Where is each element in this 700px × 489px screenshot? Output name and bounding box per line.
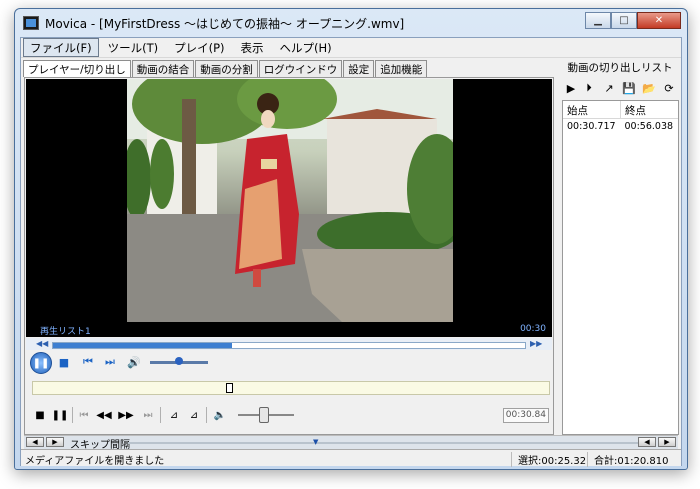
skip-next-button[interactable]: ▶: [658, 437, 676, 447]
set-start-point-icon[interactable]: ⊿: [166, 407, 182, 423]
seek-bar[interactable]: ◀◀ ▶▶: [26, 338, 552, 350]
divider: [160, 407, 161, 423]
tab-player[interactable]: プレイヤー/切り出し: [23, 60, 131, 77]
cell-end: 00:56.038: [624, 121, 674, 132]
column-end[interactable]: 終点: [620, 101, 678, 118]
cutlist-header-row: 始点 終点: [563, 101, 678, 119]
maximize-button[interactable]: □: [611, 12, 637, 29]
previous-icon[interactable]: ⏮: [80, 354, 96, 370]
window-controls: ▁ □ ✕: [585, 12, 681, 29]
tab-join[interactable]: 動画の結合: [131, 60, 195, 77]
menu-help[interactable]: ヘルプ(H): [273, 38, 339, 57]
player-pane: 再生リスト1 00:30 ◀◀ ▶▶ ❚❚ ■ ⏮ ⏭ 🔊 ■ ❚❚ ⏮ ◀◀ …: [24, 77, 554, 435]
divider: [72, 407, 73, 423]
status-total: 合計:01:20.810: [587, 452, 668, 467]
edit-position-marker[interactable]: [226, 383, 233, 393]
skip-back-button[interactable]: ◀: [26, 437, 44, 447]
playback-controls: ❚❚ ■ ⏮ ⏭ 🔊: [26, 351, 552, 374]
skip-interval-slider[interactable]: ▼: [128, 438, 638, 446]
speaker-icon[interactable]: 🔊: [126, 354, 142, 370]
cutlist-title: 動画の切り出しリスト: [567, 62, 673, 74]
tab-split[interactable]: 動画の分割: [195, 60, 258, 77]
next-icon[interactable]: ⏭: [102, 354, 118, 370]
edit-volume-thumb[interactable]: [259, 407, 270, 423]
status-selection: 選択:00:25.32: [511, 452, 586, 467]
skip-marker-icon[interactable]: ▼: [313, 438, 318, 446]
export-icon[interactable]: ↗: [602, 81, 616, 95]
table-row[interactable]: 00:30.717 00:56.038: [563, 119, 678, 135]
tab-settings[interactable]: 設定: [343, 60, 375, 77]
menu-play[interactable]: プレイ(P): [167, 38, 231, 57]
time-display: 00:30.84: [503, 408, 549, 423]
play-icon[interactable]: ▶: [564, 81, 578, 95]
tab-extras[interactable]: 追加機能: [375, 60, 428, 77]
cutlist-table[interactable]: 始点 終点 00:30.717 00:56.038: [562, 100, 679, 435]
seek-track[interactable]: [52, 342, 526, 349]
status-bar: メディアファイルを開きました 選択:00:25.32 合計:01:20.810: [21, 449, 681, 467]
tab-strip: プレイヤー/切り出し 動画の結合 動画の分割 ログウインドウ 設定 追加機能: [23, 60, 428, 77]
folder-open-icon[interactable]: 📂: [642, 81, 656, 95]
speaker-icon[interactable]: 🔈: [212, 407, 228, 423]
edit-timeline[interactable]: [32, 381, 550, 395]
set-end-point-icon[interactable]: ⊿: [186, 407, 202, 423]
seek-fill: [53, 343, 233, 348]
pause-icon[interactable]: ❚❚: [52, 407, 69, 423]
seek-forward-icon[interactable]: ▶▶: [530, 339, 542, 348]
playlist-label: 再生リスト1: [40, 327, 91, 337]
tab-log[interactable]: ログウインドウ: [258, 60, 343, 77]
window-title: Movica - [MyFirstDress ～はじめての振袖～ オープニング.…: [45, 17, 405, 31]
minimize-button[interactable]: ▁: [585, 12, 611, 29]
fast-forward-icon[interactable]: ▶▶: [118, 407, 134, 423]
client-area: ファイル(F) ツール(T) プレイ(P) 表示 ヘルプ(H) プレイヤー/切り…: [20, 37, 682, 467]
skip-to-start-icon[interactable]: ⏮: [76, 407, 92, 423]
title-bar[interactable]: Movica - [MyFirstDress ～はじめての振袖～ オープニング.…: [15, 9, 687, 37]
column-start[interactable]: 始点: [563, 101, 620, 118]
save-icon[interactable]: 💾: [622, 81, 636, 95]
edit-controls: ■ ❚❚ ⏮ ◀◀ ▶▶ ⏭ ⊿ ⊿ 🔈 00:30.84: [26, 404, 552, 426]
rewind-icon[interactable]: ◀◀: [96, 407, 112, 423]
volume-thumb[interactable]: [175, 357, 183, 365]
video-time-label: 00:30: [520, 324, 546, 334]
menu-tools[interactable]: ツール(T): [101, 38, 166, 57]
menu-file[interactable]: ファイル(F): [23, 38, 99, 57]
seek-back-icon[interactable]: ◀◀: [36, 339, 48, 348]
video-area[interactable]: 再生リスト1 00:30: [26, 79, 552, 337]
skip-forward-button[interactable]: ▶: [46, 437, 64, 447]
close-button[interactable]: ✕: [637, 12, 681, 29]
status-message: メディアファイルを開きました: [25, 456, 165, 467]
menu-bar: ファイル(F) ツール(T) プレイ(P) 表示 ヘルプ(H): [21, 38, 681, 58]
stop-icon[interactable]: ■: [32, 407, 48, 423]
video-still: [127, 79, 453, 322]
skip-prev-button[interactable]: ◀: [638, 437, 656, 447]
play-segment-icon[interactable]: ⏵: [582, 81, 596, 95]
app-window: Movica - [MyFirstDress ～はじめての振袖～ オープニング.…: [14, 8, 688, 470]
film-icon[interactable]: [23, 16, 39, 30]
stop-icon[interactable]: ■: [56, 354, 72, 370]
divider: [206, 407, 207, 423]
menu-view[interactable]: 表示: [234, 38, 271, 57]
video-frame: [127, 79, 453, 322]
cutlist-toolbar: ▶ ⏵ ↗ 💾 📂 ⟳: [562, 78, 678, 100]
pause-icon[interactable]: ❚❚: [30, 352, 52, 374]
cell-start: 00:30.717: [567, 121, 616, 132]
refresh-icon[interactable]: ⟳: [662, 81, 676, 95]
skip-to-end-icon[interactable]: ⏭: [140, 407, 156, 423]
skip-bar: ◀ ▶ スキップ間隔 ▼ ◀ ▶: [24, 435, 678, 451]
